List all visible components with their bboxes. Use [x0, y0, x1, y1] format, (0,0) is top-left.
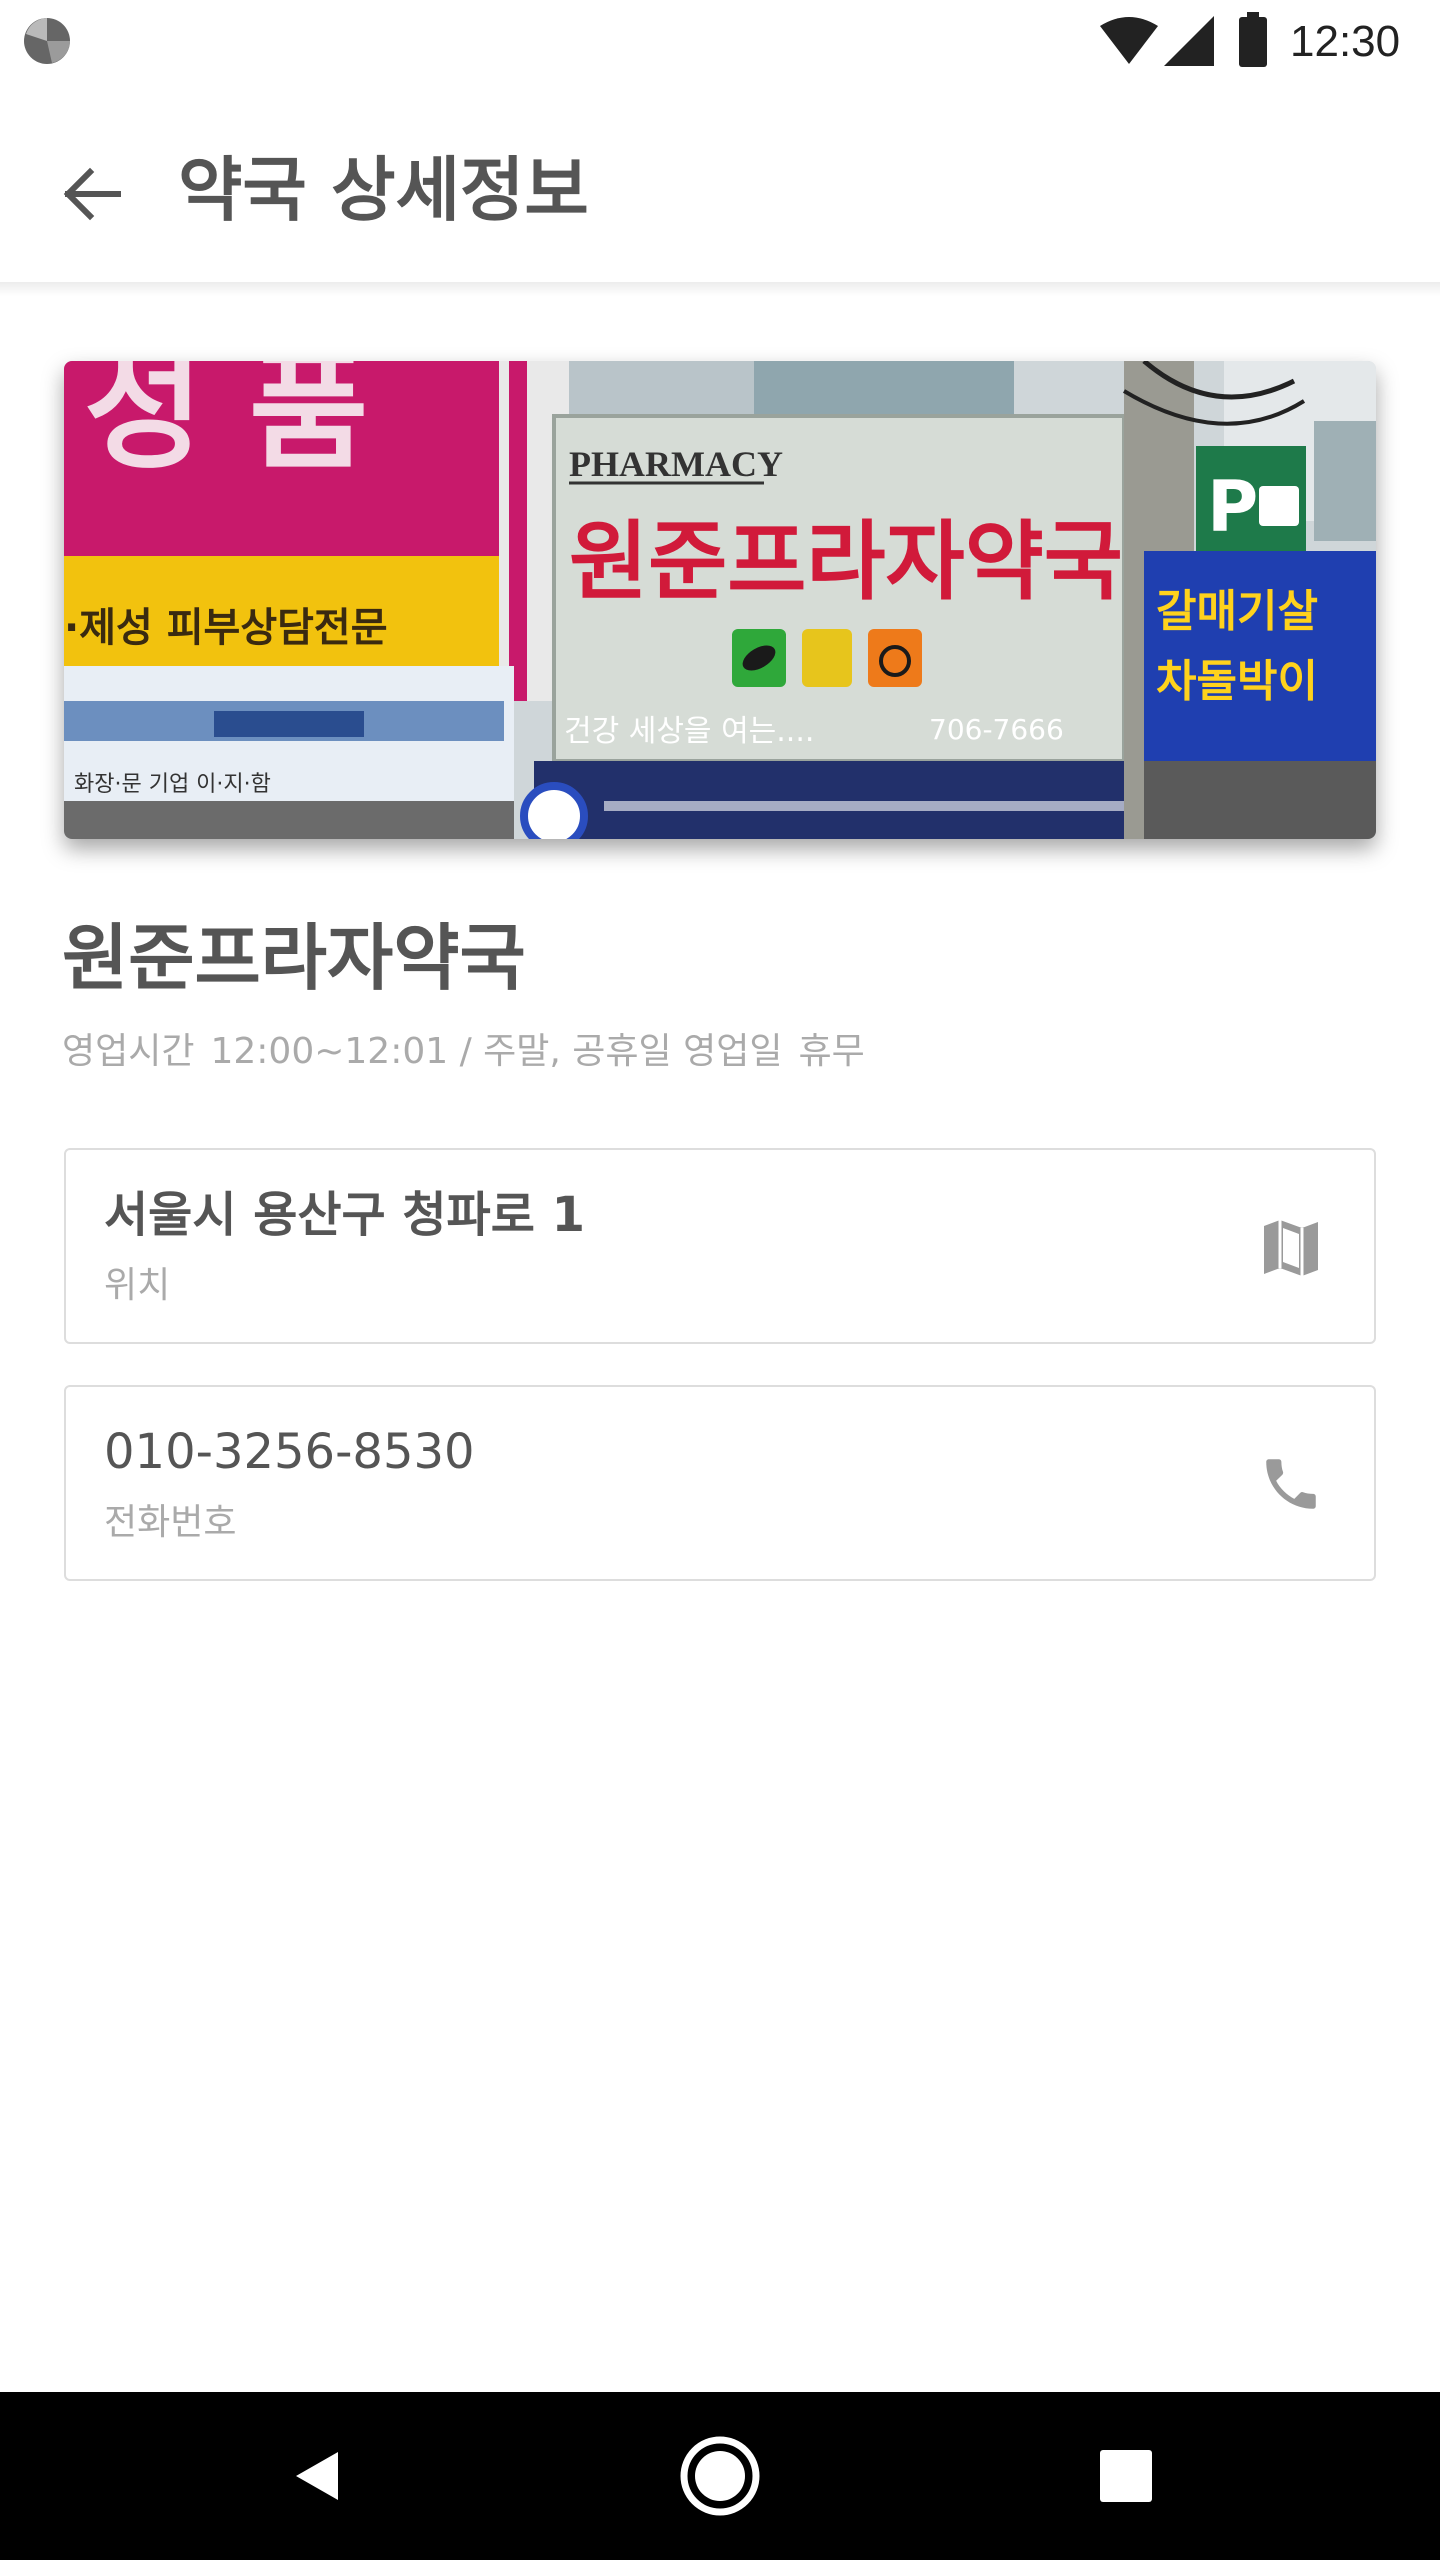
hero-right-sign-line1: 갈매기살	[1156, 586, 1318, 637]
home-circle-icon	[680, 2436, 760, 2516]
hero-pharmacy-phone: 706-7666	[929, 713, 1064, 746]
address-value: 서울시 용산구 청파로 1	[104, 1187, 585, 1243]
system-nav-bar	[0, 2392, 1440, 2560]
hours-value: 12:00~12:01 / 주말, 공휴일 영업일	[210, 1031, 783, 1072]
address-card[interactable]: 서울시 용산구 청파로 1 위치	[64, 1148, 1376, 1344]
phone-icon[interactable]	[1258, 1451, 1324, 1517]
hero-left-strip-text: ·제성 피부상담전문	[64, 605, 388, 651]
hero-pharmacy-korean: 원준프라자약국	[569, 512, 1123, 612]
nav-home-button[interactable]	[678, 2434, 762, 2518]
business-hours: 영업시간 12:00~12:01 / 주말, 공휴일 영업일 휴무	[62, 1026, 881, 1078]
holiday-label: 휴무	[798, 1031, 865, 1072]
map-icon[interactable]	[1258, 1214, 1324, 1280]
address-label: 위치	[104, 1265, 171, 1306]
hero-pharmacy-tagline: 건강 세상을 여는....	[564, 714, 814, 749]
pharmacy-photo: 성 품 ·제성 피부상담전문 화장·문 기업 이·지·함 PHARMACY 원준…	[64, 361, 1376, 839]
back-button[interactable]	[40, 142, 144, 246]
signal-icon	[1164, 16, 1214, 66]
hero-parking-letter: P	[1207, 466, 1258, 548]
hours-label: 영업시간	[62, 1031, 195, 1072]
status-bar: 12:30	[0, 0, 1440, 84]
battery-icon	[1239, 12, 1267, 67]
app-icon	[24, 18, 70, 64]
hero-pharmacy-english: PHARMACY	[569, 444, 783, 484]
back-triangle-icon	[296, 2452, 338, 2500]
pharmacy-name: 원준프라자약국	[62, 916, 526, 1000]
arrow-left-icon	[63, 167, 121, 221]
phone-label: 전화번호	[104, 1502, 237, 1543]
phone-value: 010-3256-8530	[104, 1424, 475, 1480]
status-time: 12:30	[1290, 17, 1401, 66]
wifi-icon	[1100, 17, 1158, 64]
hero-left-big-text: 성 품	[84, 361, 368, 487]
app-bar-shadow	[0, 282, 1440, 296]
hero-right-sign-line2: 차돌박이	[1156, 656, 1318, 707]
nav-recents-button[interactable]	[1084, 2434, 1168, 2518]
hero-left-lower-text: 화장·문 기업 이·지·함	[74, 772, 271, 797]
recents-square-icon	[1100, 2450, 1152, 2502]
app-bar: 약국 상세정보	[0, 84, 1440, 284]
page-title: 약국 상세정보	[178, 149, 589, 231]
nav-back-button[interactable]	[276, 2434, 360, 2518]
phone-card[interactable]: 010-3256-8530 전화번호	[64, 1385, 1376, 1581]
pharmacy-detail-screen: 12:30 약국 상세정보 성 품 ·제성 피부상담전문 화장·문 기업 이·지…	[0, 0, 1440, 2560]
